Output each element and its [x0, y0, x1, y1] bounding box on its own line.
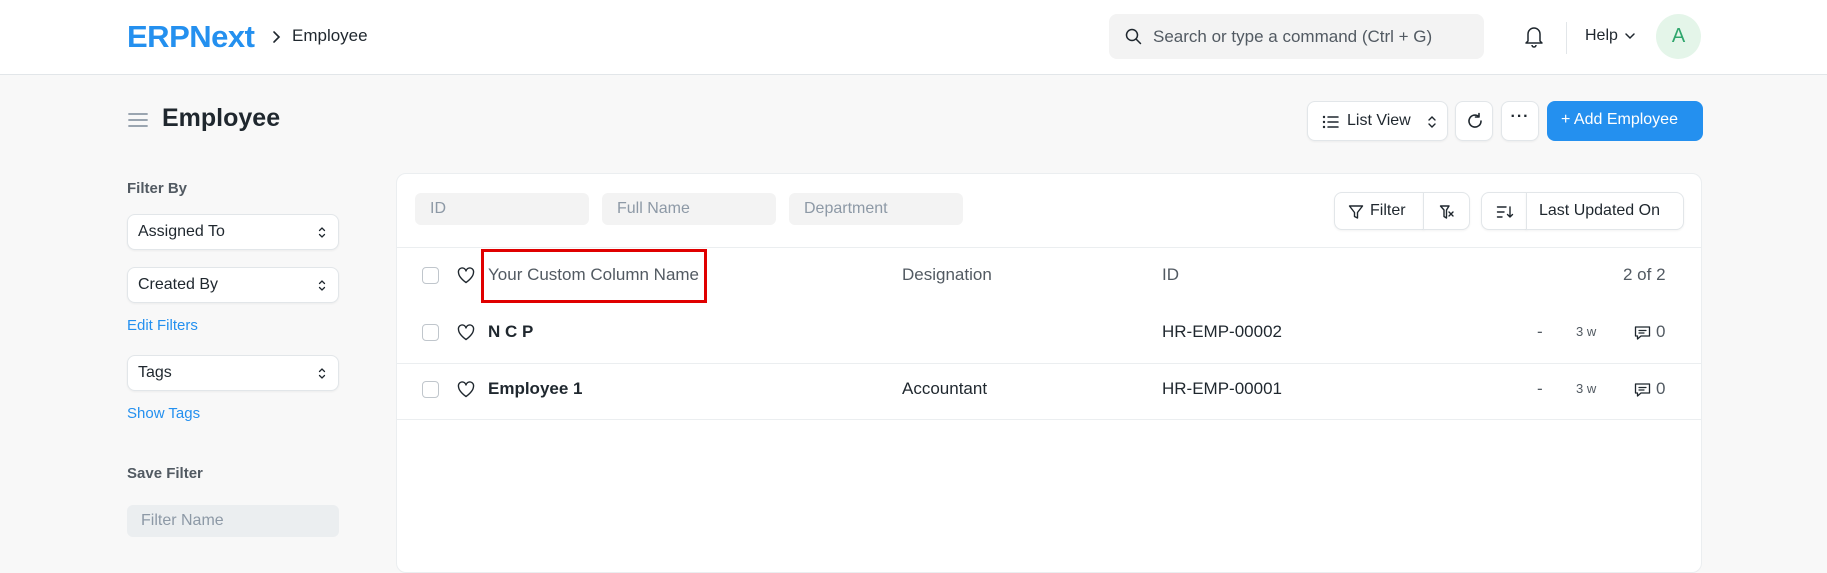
comment-count: 0: [1656, 322, 1666, 341]
modified-cell: 3 w: [1576, 324, 1597, 339]
edit-filters-link[interactable]: Edit Filters: [127, 317, 198, 334]
list-card: Filter Last Updated On Your Custom Colum…: [396, 173, 1702, 573]
chevron-right-icon: [273, 31, 281, 43]
list-view-button[interactable]: List View: [1307, 101, 1448, 141]
created-by-label: Created By: [138, 276, 219, 293]
comment-icon[interactable]: [1634, 382, 1651, 398]
chevron-down-icon[interactable]: [1624, 31, 1636, 41]
show-tags-link[interactable]: Show Tags: [127, 405, 200, 422]
save-filter-heading: Save Filter: [127, 465, 203, 482]
table-row[interactable]: Employee 1 Accountant HR-EMP-00001 - 3 w…: [397, 361, 1701, 417]
breadcrumb[interactable]: Employee: [292, 26, 368, 46]
search-icon: [1125, 28, 1142, 45]
id-filter-input[interactable]: [415, 193, 589, 225]
id-cell: HR-EMP-00002: [1162, 322, 1282, 341]
more-actions-button[interactable]: ···: [1501, 101, 1539, 141]
more-label: ···: [1510, 108, 1530, 125]
app-logo[interactable]: ERPNext: [127, 20, 255, 54]
list-view-label: List View: [1347, 112, 1411, 129]
search-input[interactable]: [1153, 14, 1473, 59]
bell-icon[interactable]: [1523, 24, 1545, 48]
add-employee-label: + Add Employee: [1561, 111, 1678, 128]
navbar: ERPNext Employee Help A: [0, 0, 1827, 75]
department-filter-input[interactable]: [789, 193, 963, 225]
clear-filters-button[interactable]: [1423, 192, 1470, 230]
navbar-divider: [1566, 22, 1567, 54]
menu-icon[interactable]: [127, 110, 149, 130]
heart-icon[interactable]: [457, 324, 475, 341]
sort-direction-icon: [1496, 206, 1514, 218]
add-employee-button[interactable]: + Add Employee: [1547, 101, 1703, 141]
assignment-cell: -: [1537, 379, 1543, 398]
assignment-cell: -: [1537, 322, 1543, 341]
help-menu[interactable]: Help: [1585, 27, 1618, 45]
created-by-select[interactable]: Created By: [127, 267, 339, 303]
comment-count: 0: [1656, 379, 1666, 398]
sort-icon: [318, 280, 326, 291]
page-title: Employee: [162, 104, 281, 132]
column-header-designation[interactable]: Designation: [902, 265, 992, 285]
tags-select[interactable]: Tags: [127, 355, 339, 391]
row-checkbox[interactable]: [422, 324, 439, 341]
assigned-to-label: Assigned To: [138, 223, 225, 240]
designation-cell: Accountant: [902, 379, 988, 398]
filter-by-heading: Filter By: [127, 180, 188, 197]
table-header: Your Custom Column Name Designation ID 2…: [397, 247, 1701, 303]
sort-icon: [1428, 116, 1436, 128]
comment-icon[interactable]: [1634, 325, 1651, 341]
id-cell: HR-EMP-00001: [1162, 379, 1282, 398]
refresh-button[interactable]: [1455, 101, 1493, 141]
row-checkbox[interactable]: [422, 381, 439, 398]
filter-label: Filter: [1370, 202, 1406, 219]
refresh-icon: [1468, 112, 1482, 128]
table-row[interactable]: N C P HR-EMP-00002 - 3 w 0: [397, 304, 1701, 360]
heart-icon[interactable]: [457, 381, 475, 398]
sort-icon: [318, 368, 326, 379]
tags-label: Tags: [138, 364, 172, 381]
employee-name-link[interactable]: Employee 1: [488, 379, 583, 399]
modified-cell: 3 w: [1576, 381, 1597, 396]
search-bar[interactable]: [1109, 14, 1484, 59]
column-header-name[interactable]: Your Custom Column Name: [488, 265, 699, 285]
filter-button[interactable]: Filter: [1334, 192, 1424, 230]
filter-clear-icon: [1439, 205, 1454, 219]
sort-icon: [318, 227, 326, 238]
sort-direction-button[interactable]: [1481, 192, 1527, 230]
sort-by-label: Last Updated On: [1539, 202, 1660, 219]
sort-by-button[interactable]: Last Updated On: [1526, 192, 1684, 230]
full-name-filter-input[interactable]: [602, 193, 776, 225]
list-icon: [1322, 115, 1339, 129]
heart-icon[interactable]: [457, 267, 475, 284]
divider: [397, 419, 1701, 420]
employee-name-link[interactable]: N C P: [488, 322, 533, 342]
avatar[interactable]: A: [1656, 14, 1701, 59]
column-header-id[interactable]: ID: [1162, 265, 1179, 285]
filter-icon: [1348, 205, 1364, 219]
assigned-to-select[interactable]: Assigned To: [127, 214, 339, 250]
filter-name-input[interactable]: [127, 505, 339, 537]
select-all-checkbox[interactable]: [422, 267, 439, 284]
record-count: 2 of 2: [1623, 265, 1666, 284]
